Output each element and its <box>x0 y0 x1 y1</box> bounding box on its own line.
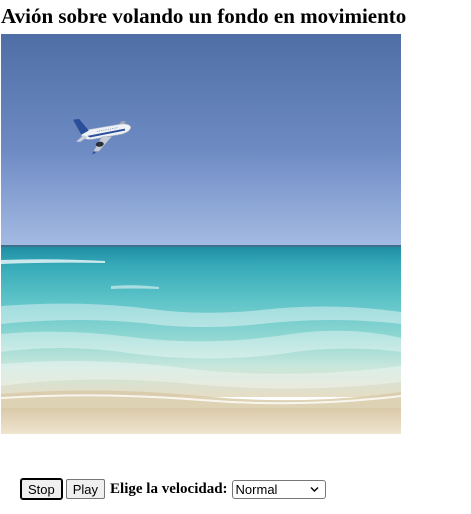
speed-select[interactable]: Normal <box>231 479 326 499</box>
sky <box>1 34 401 247</box>
speed-select-value: Normal <box>235 481 278 497</box>
controls-bar: Stop Play Elige la velocidad: Normal <box>20 478 326 500</box>
chevron-down-icon <box>310 486 319 492</box>
speed-label: Elige la velocidad: <box>110 480 228 497</box>
page-title: Avión sobre volando un fondo en movimien… <box>1 4 407 28</box>
animation-canvas <box>1 34 401 434</box>
play-button[interactable]: Play <box>65 479 106 499</box>
sand <box>1 408 401 434</box>
stop-button[interactable]: Stop <box>20 478 63 500</box>
